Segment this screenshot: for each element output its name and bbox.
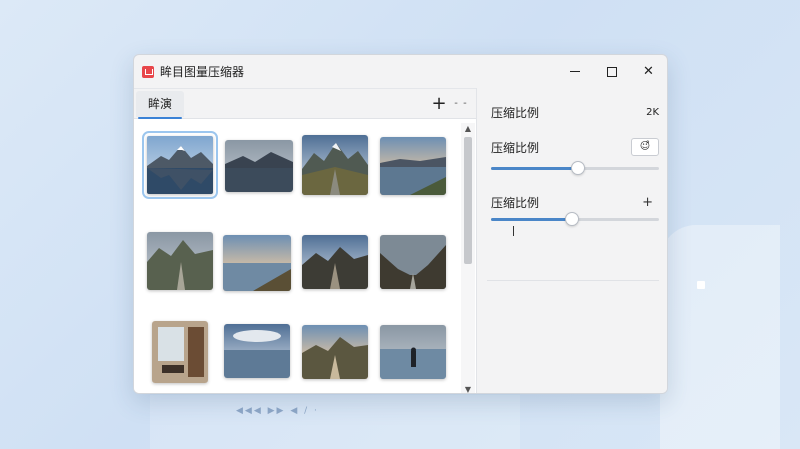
thumbnail-mountain-road[interactable] [302, 135, 368, 195]
thumbnail-grid [134, 123, 459, 393]
image-valley-road [147, 232, 213, 290]
image-road-mountains [302, 235, 368, 289]
ratio-slider[interactable] [491, 212, 659, 226]
thumbnail-shore-sunset[interactable] [223, 235, 291, 291]
add-icon[interactable]: + [642, 195, 653, 210]
image-mountain-lake [147, 136, 213, 194]
thumbnail-mountain-lake-reflection[interactable] [142, 131, 218, 199]
close-button[interactable]: ✕ [630, 55, 667, 88]
app-logo-icon [142, 65, 154, 78]
image-mountain-road [302, 135, 368, 195]
thumbnail-road-mountains[interactable] [302, 235, 368, 289]
tab-label: 眸演 [148, 97, 173, 111]
image-dark-lake [225, 140, 293, 192]
thumbnail-road-to-mountains[interactable] [302, 325, 368, 379]
scrollbar-thumb[interactable] [464, 137, 472, 264]
maximize-icon [606, 66, 617, 77]
preset-button[interactable]: ☺̊ [631, 138, 659, 156]
minimize-button[interactable] [556, 55, 593, 88]
image-cloud-reflection [224, 324, 290, 378]
thumbnail-sunset-lake[interactable] [380, 137, 446, 195]
maximize-button[interactable] [593, 55, 630, 88]
background-dots: ◀◀◀ ▶▶ ◀ / · [236, 406, 319, 416]
setting-value: 2K [646, 107, 659, 118]
title-bar[interactable]: 眸目图量压缩器 ✕ [134, 55, 667, 88]
thumbnail-cloud-reflection[interactable] [224, 324, 290, 378]
scroll-down-icon[interactable]: ▼ [461, 384, 475, 393]
slider-fill [491, 167, 579, 170]
thumbnail-valley-road[interactable] [147, 232, 213, 290]
divider [487, 280, 659, 281]
image-shore-sunset [223, 235, 291, 291]
background-reflection [150, 395, 520, 449]
compression-slider[interactable] [491, 161, 659, 175]
close-icon: ✕ [643, 64, 654, 79]
background-dot [697, 281, 705, 289]
scroll-up-icon[interactable]: ▲ [461, 123, 475, 135]
minimize-icon [569, 71, 580, 72]
app-window: 眸目图量压缩器 ✕ 眸演 + - - ▲ ▼ 压缩比例 2K 压缩比例 ☺̊ 压… [133, 54, 668, 394]
slider-handle[interactable] [571, 161, 586, 175]
more-options-icon[interactable]: - - [450, 98, 472, 109]
image-sunset-lake [380, 137, 446, 195]
setting-row-ratio: 压缩比例 ☺̊ [491, 138, 659, 156]
tab-gallery[interactable]: 眸演 [136, 90, 185, 119]
slider-fill [491, 218, 572, 221]
thumbnail-person-by-sea[interactable] [380, 325, 446, 379]
setting-row-compression: 压缩比例 2K [491, 104, 659, 121]
gallery-scrollbar[interactable]: ▲ ▼ [461, 123, 475, 393]
text-cursor [513, 226, 514, 236]
thumbnail-dark-valley-road[interactable] [380, 235, 446, 289]
image-dark-valley-road [380, 235, 446, 289]
thumbnail-interior-room[interactable] [152, 321, 208, 383]
add-tab-button[interactable]: + [428, 93, 450, 114]
image-interior-room [152, 321, 208, 383]
settings-panel: 压缩比例 2K 压缩比例 ☺̊ 压缩比例 + [476, 88, 667, 393]
image-road-to-mountains [302, 325, 368, 379]
thumbnail-dark-lake[interactable] [225, 140, 293, 192]
window-controls: ✕ [556, 55, 667, 88]
slider-handle[interactable] [564, 212, 579, 226]
window-title: 眸目图量压缩器 [160, 65, 245, 79]
setting-row-ratio-2: 压缩比例 + [491, 194, 659, 211]
setting-label: 压缩比例 [491, 106, 540, 120]
background-panel-shape [660, 225, 780, 449]
tab-actions: + - - [428, 93, 472, 114]
setting-label: 压缩比例 [491, 140, 540, 155]
setting-label: 压缩比例 [491, 196, 540, 210]
gallery-panel: 眸演 + - - ▲ ▼ [134, 88, 476, 393]
image-person-by-sea [380, 325, 446, 379]
tab-bar: 眸演 + - - [134, 89, 476, 119]
